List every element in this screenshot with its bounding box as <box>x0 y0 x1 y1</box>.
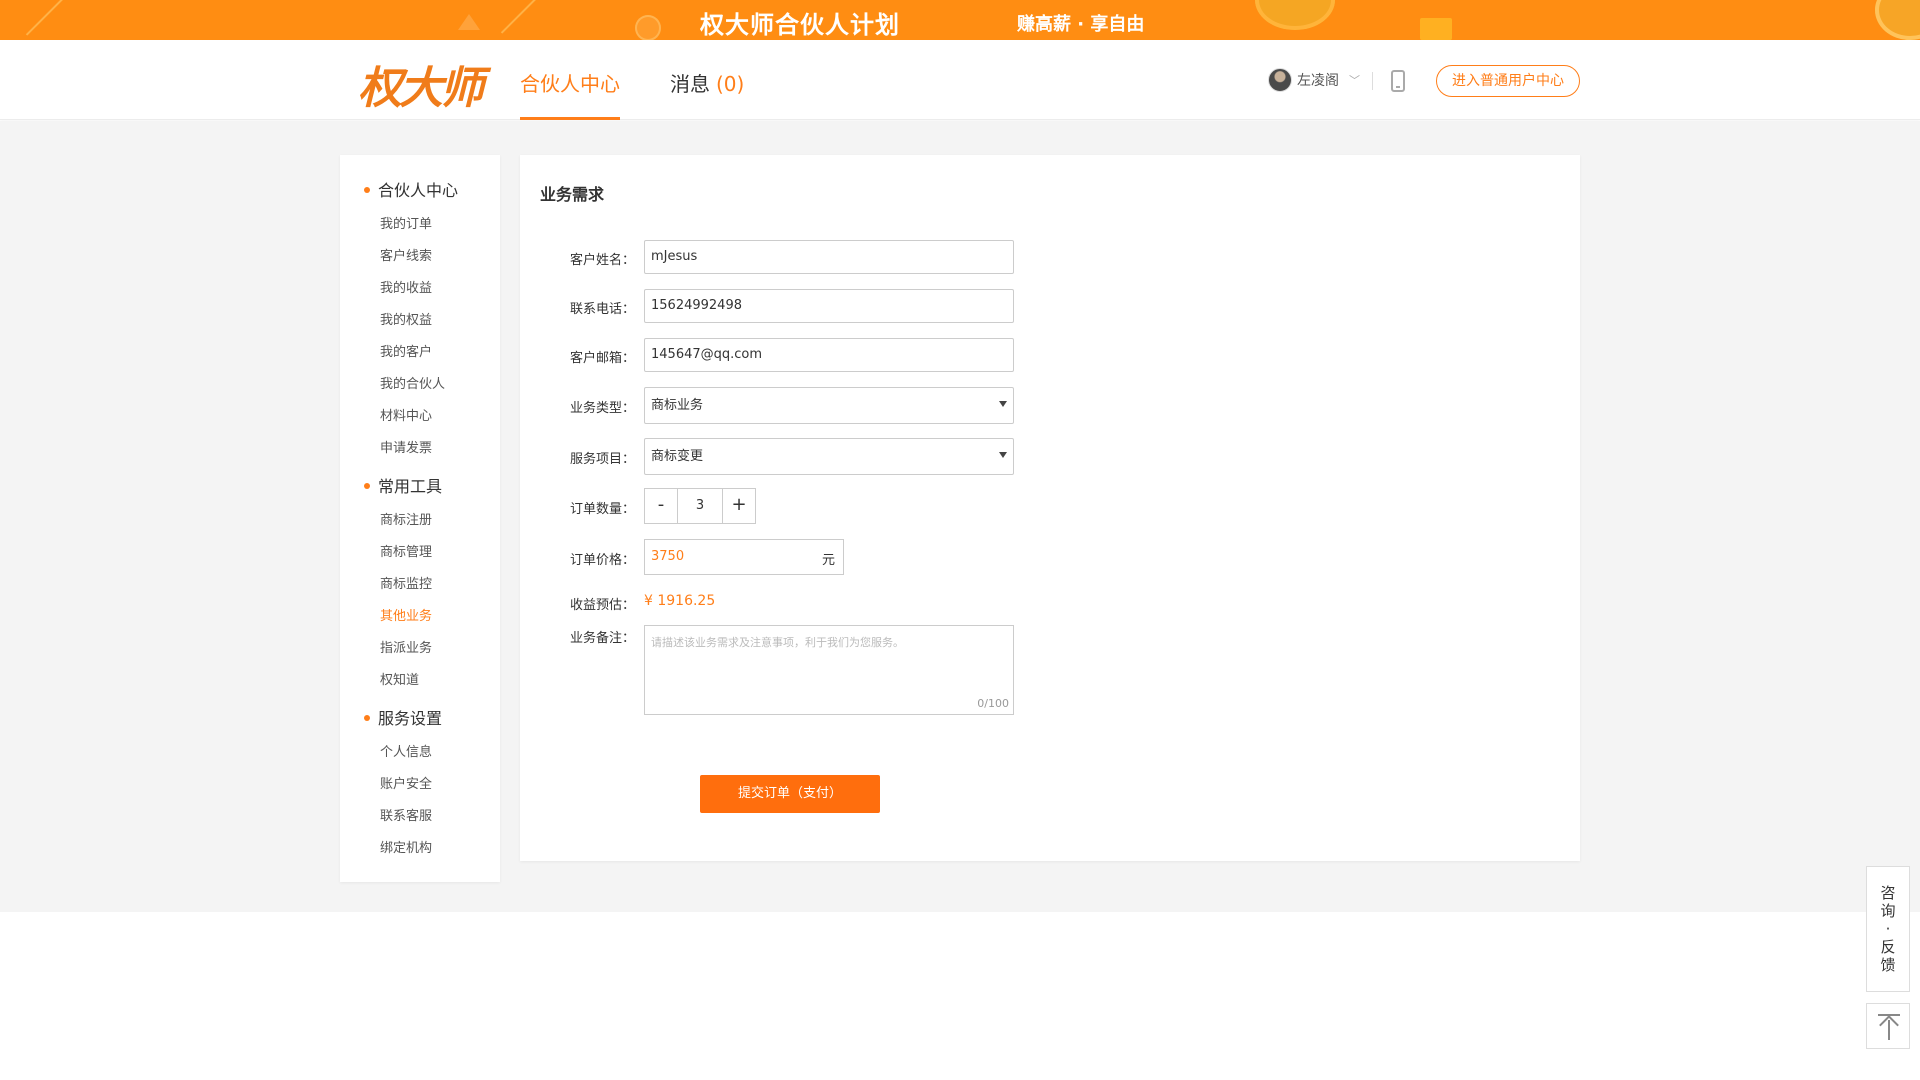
sidebar-item-knowledge[interactable]: 权知道 <box>380 669 419 688</box>
consult-char: 馈 <box>1880 956 1896 974</box>
site-logo[interactable]: 权大师 <box>358 52 484 116</box>
dropdown-caret-icon <box>999 452 1007 458</box>
sidebar-item-my-partners[interactable]: 我的合伙人 <box>380 373 445 392</box>
price-input[interactable]: 3750 元 <box>644 539 844 575</box>
business-request-panel: 业务需求 客户姓名： mJesus 联系电话： 15624992498 客户邮箱… <box>520 155 1580 861</box>
sidebar-item-account-security[interactable]: 账户安全 <box>380 773 432 792</box>
phone-input[interactable]: 15624992498 <box>644 289 1014 323</box>
submit-order-button[interactable]: 提交订单（支付） <box>700 775 880 813</box>
divider <box>1372 72 1373 90</box>
line-decoration <box>500 0 542 34</box>
email-input[interactable]: 145647@qq.com <box>644 338 1014 372</box>
sidebar-item-trademark-management[interactable]: 商标管理 <box>380 541 432 560</box>
back-to-top-button[interactable] <box>1866 1003 1910 1049</box>
banner-slogan: 赚高薪 · 享自由 <box>1017 14 1145 35</box>
sidebar-group-service-settings: 服务设置 <box>364 705 442 729</box>
sidebar-group-title: 合伙人中心 <box>378 181 459 200</box>
chevron-down-icon: ﹀ <box>1349 74 1360 87</box>
consult-char: 反 <box>1880 938 1896 956</box>
sidebar-item-bind-organization[interactable]: 绑定机构 <box>380 837 432 856</box>
banner-title: 权大师合伙人计划 <box>700 11 900 39</box>
bullet-dot-icon <box>364 186 370 193</box>
consult-char: 询 <box>1880 902 1896 920</box>
square-decoration <box>1420 18 1452 40</box>
enter-user-center-button[interactable]: 进入普通用户中心 <box>1436 65 1580 97</box>
sidebar-item-personal-info[interactable]: 个人信息 <box>380 741 432 760</box>
mobile-phone-icon[interactable] <box>1391 70 1405 92</box>
sidebar-group-title: 服务设置 <box>378 709 443 728</box>
sidebar: 合伙人中心 我的订单 客户线索 我的收益 我的权益 我的客户 我的合伙人 材料中… <box>340 155 500 882</box>
active-tab-indicator <box>520 117 620 120</box>
price-unit: 元 <box>821 553 835 568</box>
sidebar-item-my-rights[interactable]: 我的权益 <box>380 309 432 328</box>
decrement-button[interactable]: - <box>645 489 677 523</box>
sidebar-item-materials[interactable]: 材料中心 <box>380 405 432 424</box>
sidebar-item-invoice[interactable]: 申请发票 <box>380 437 432 456</box>
top-banner: 权大师合伙人计划 赚高薪 · 享自由 <box>0 0 1920 40</box>
service-item-select[interactable]: 商标变更 <box>644 438 1014 475</box>
tab-messages[interactable]: 消息 (0) <box>670 68 744 97</box>
business-type-select[interactable]: 商标业务 <box>644 387 1014 424</box>
site-header: 权大师 合伙人中心 消息 (0) 左凌阁 ﹀ 进入普通用户中心 <box>0 40 1920 120</box>
increment-button[interactable]: + <box>723 489 755 523</box>
avatar <box>1268 68 1292 92</box>
tab-messages-label: 消息 <box>670 72 710 96</box>
consult-char: 咨 <box>1880 884 1896 902</box>
price-value: 3750 <box>651 549 685 564</box>
coin-decoration <box>635 15 661 40</box>
service-item-value: 商标变更 <box>651 449 704 464</box>
remark-textarea[interactable]: 请描述该业务需求及注意事项，利于我们为您服务。 0/100 <box>644 625 1014 715</box>
sidebar-item-my-earnings[interactable]: 我的收益 <box>380 277 432 296</box>
sidebar-item-contact-support[interactable]: 联系客服 <box>380 805 432 824</box>
bullet-dot-icon <box>364 714 370 721</box>
remark-placeholder: 请描述该业务需求及注意事项，利于我们为您服务。 <box>651 636 904 649</box>
business-type-value: 商标业务 <box>651 398 704 413</box>
consult-char: · <box>1885 920 1891 938</box>
sidebar-item-my-customers[interactable]: 我的客户 <box>380 341 432 360</box>
sidebar-item-other-business[interactable]: 其他业务 <box>380 605 432 624</box>
sidebar-group-partner-center: 合伙人中心 <box>364 177 458 201</box>
bullet-dot-icon <box>364 482 370 489</box>
sidebar-item-trademark-monitoring[interactable]: 商标监控 <box>380 573 432 592</box>
remark-char-count: 0/100 <box>977 697 1009 710</box>
user-name: 左凌阁 <box>1297 73 1339 89</box>
message-count-badge: (0) <box>716 72 745 96</box>
sidebar-item-my-orders[interactable]: 我的订单 <box>380 213 432 232</box>
earnings-value: ¥ 1916.25 <box>644 593 716 609</box>
sidebar-group-tools: 常用工具 <box>364 473 442 497</box>
dropdown-caret-icon <box>999 401 1007 407</box>
user-menu[interactable]: 左凌阁 ﹀ <box>1268 68 1360 92</box>
panel-title: 业务需求 <box>540 185 605 204</box>
sidebar-group-title: 常用工具 <box>378 477 443 496</box>
consult-feedback-button[interactable]: 咨 询 · 反 馈 <box>1866 866 1910 992</box>
sidebar-item-assign-business[interactable]: 指派业务 <box>380 637 432 656</box>
triangle-decoration <box>458 14 480 30</box>
sidebar-item-trademark-registration[interactable]: 商标注册 <box>380 509 432 528</box>
sidebar-item-customer-leads[interactable]: 客户线索 <box>380 245 432 264</box>
customer-name-input[interactable]: mJesus <box>644 240 1014 274</box>
arrow-stem <box>1888 1020 1890 1040</box>
quantity-stepper: - 3 + <box>644 488 756 524</box>
quantity-input[interactable]: 3 <box>677 489 723 523</box>
coin-decoration <box>1875 0 1920 40</box>
coin-decoration <box>1255 0 1335 30</box>
line-decoration <box>25 0 67 36</box>
tab-partner-center[interactable]: 合伙人中心 <box>520 68 620 97</box>
